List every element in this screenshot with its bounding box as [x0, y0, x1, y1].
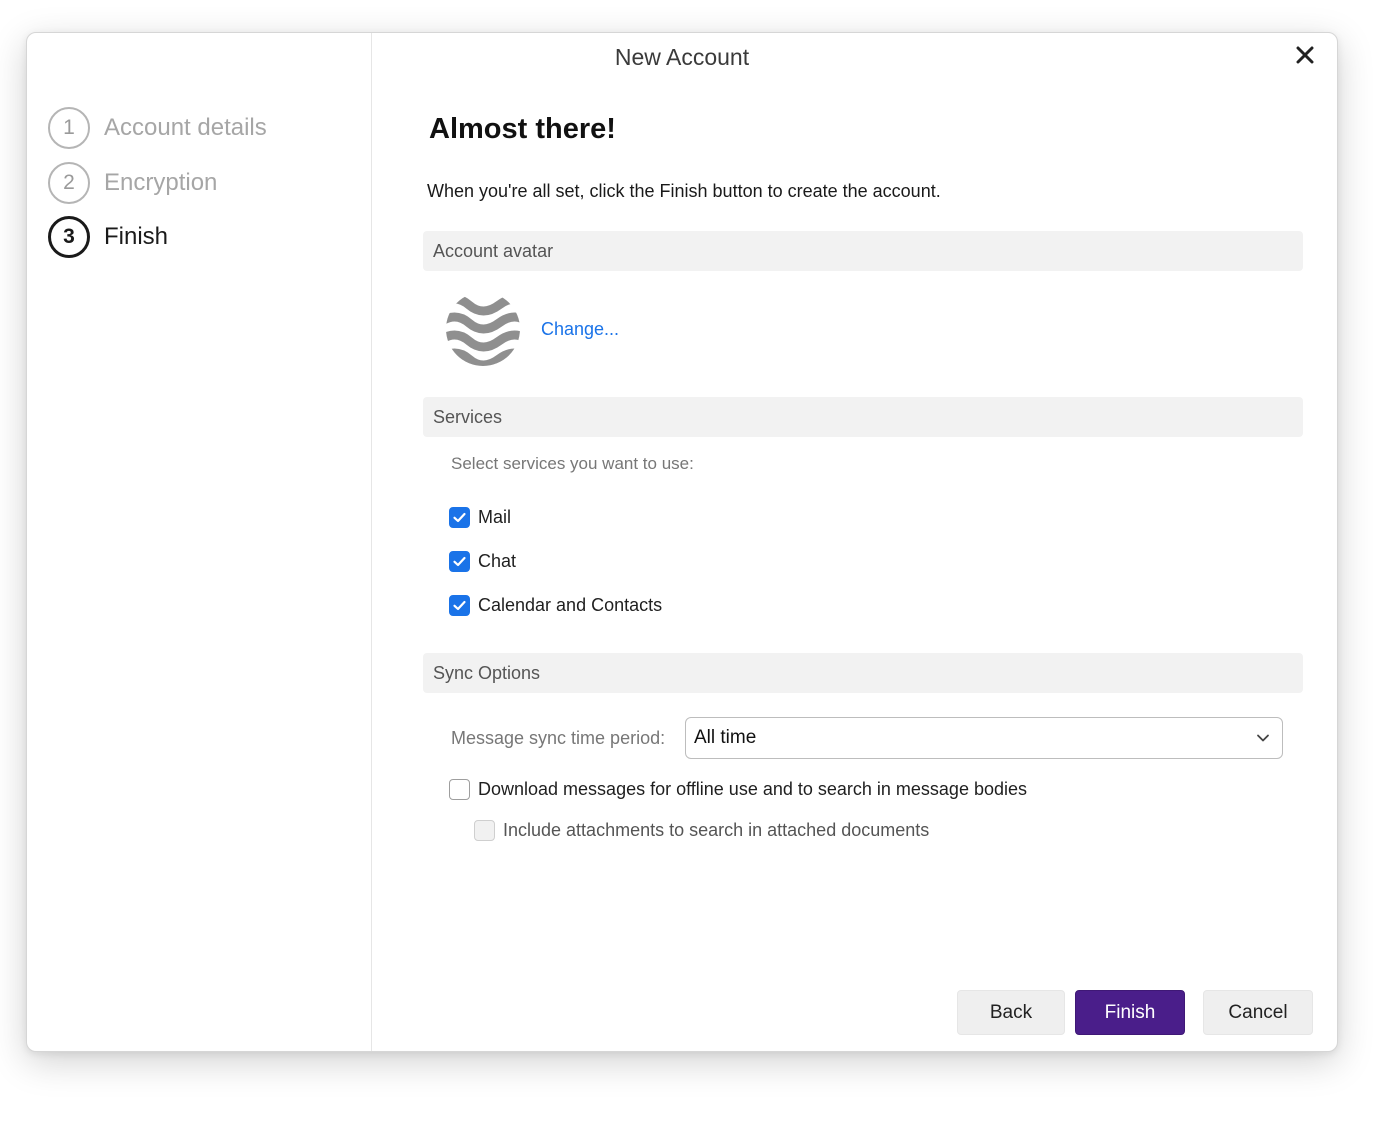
- step-encryption: 2 Encryption: [48, 162, 217, 204]
- new-account-dialog: New Account 1 Account details 2 Encrypti…: [26, 32, 1338, 1052]
- sync-period-value: All time: [694, 727, 757, 748]
- checkmark-icon: [453, 556, 466, 567]
- services-hint: Select services you want to use:: [451, 454, 694, 473]
- checkmark-icon: [453, 512, 466, 523]
- steps-sidebar: 1 Account details 2 Encryption 3 Finish: [27, 33, 372, 1051]
- section-services: Services: [423, 397, 1303, 437]
- step-number-3: 3: [48, 216, 90, 258]
- page-heading: Almost there!: [429, 113, 616, 145]
- avatar-row: Change...: [445, 291, 619, 367]
- offline-download-checkbox[interactable]: [449, 779, 470, 800]
- step-label-encryption: Encryption: [104, 169, 218, 196]
- step-account-details: 1 Account details: [48, 107, 267, 149]
- offline-download-option[interactable]: Download messages for offline use and to…: [449, 779, 1027, 800]
- sync-period-select[interactable]: All time: [685, 717, 1283, 759]
- finish-button[interactable]: Finish: [1075, 990, 1185, 1035]
- step-number-2: 2: [48, 162, 90, 204]
- include-attachments-label: Include attachments to search in attache…: [503, 820, 930, 840]
- mail-label: Mail: [478, 507, 512, 527]
- step-label-finish: Finish: [104, 223, 169, 250]
- service-calendar-contacts[interactable]: Calendar and Contacts: [449, 595, 662, 616]
- include-attachments-checkbox: [474, 820, 495, 841]
- chevron-down-icon: [1257, 734, 1269, 742]
- chat-checkbox[interactable]: [449, 551, 470, 572]
- account-avatar-icon: [446, 294, 520, 366]
- step-finish: 3 Finish: [48, 216, 168, 258]
- checkmark-icon: [453, 600, 466, 611]
- sync-period-label: Message sync time period:: [451, 728, 666, 748]
- include-attachments-option: Include attachments to search in attache…: [474, 820, 929, 841]
- offline-download-label: Download messages for offline use and to…: [478, 779, 1027, 799]
- step-number-1: 1: [48, 107, 90, 149]
- chat-label: Chat: [478, 551, 517, 571]
- calendar-contacts-label: Calendar and Contacts: [478, 595, 663, 615]
- section-account-avatar: Account avatar: [423, 231, 1303, 271]
- calendar-contacts-checkbox[interactable]: [449, 595, 470, 616]
- service-mail[interactable]: Mail: [449, 507, 511, 528]
- mail-checkbox[interactable]: [449, 507, 470, 528]
- cancel-button[interactable]: Cancel: [1203, 990, 1313, 1035]
- intro-text: When you're all set, click the Finish bu…: [427, 181, 941, 201]
- service-chat[interactable]: Chat: [449, 551, 516, 572]
- change-avatar-link[interactable]: Change...: [541, 319, 619, 340]
- main-content: Almost there! When you're all set, click…: [423, 33, 1303, 1051]
- step-label-account-details: Account details: [104, 114, 267, 141]
- section-sync-options: Sync Options: [423, 653, 1303, 693]
- back-button[interactable]: Back: [957, 990, 1065, 1035]
